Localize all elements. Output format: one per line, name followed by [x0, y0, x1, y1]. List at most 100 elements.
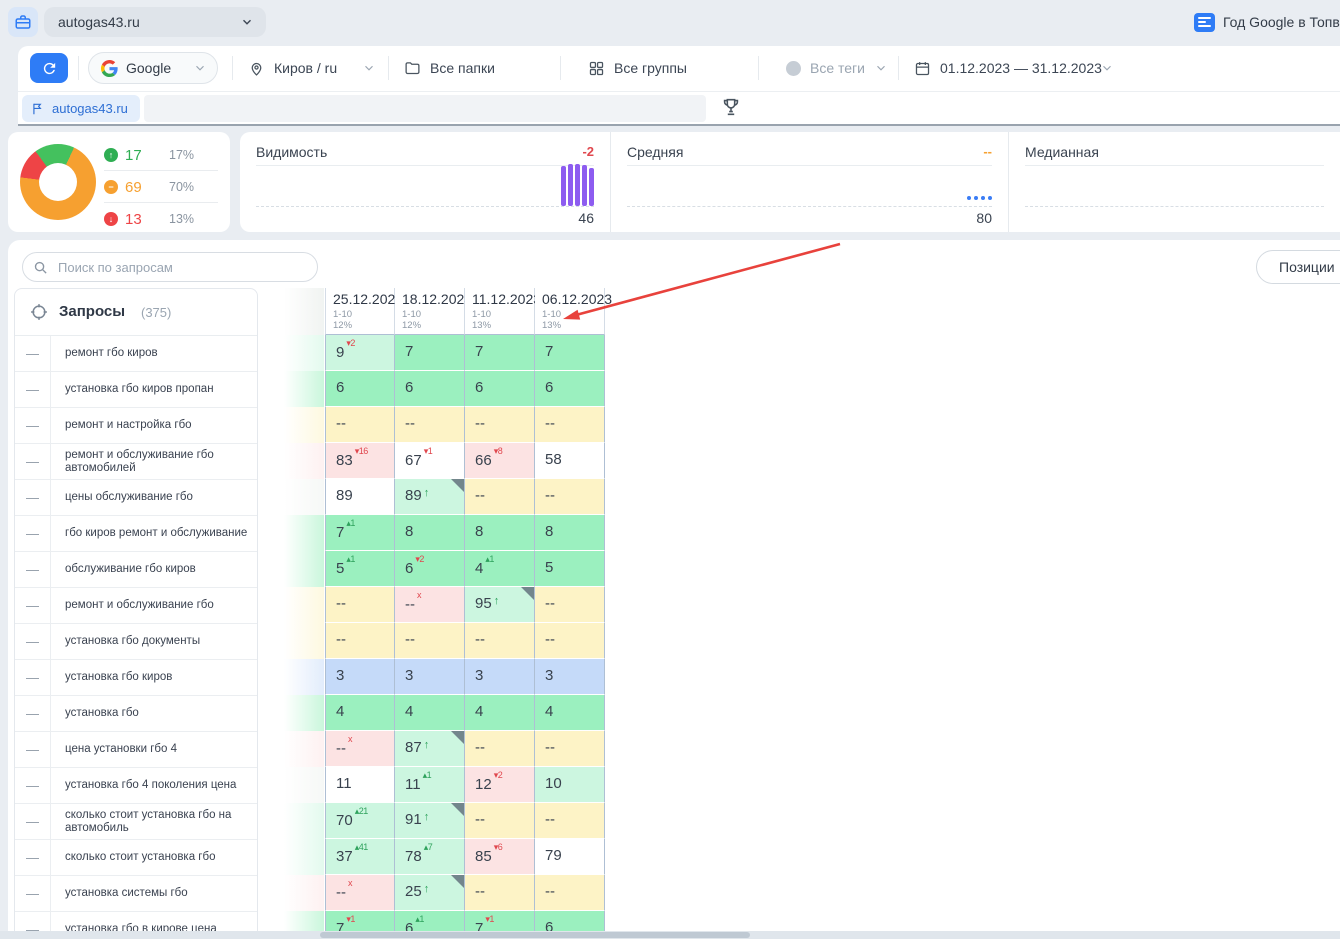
position-cell[interactable]: -- — [535, 587, 605, 623]
position-cell[interactable]: 7 — [395, 335, 465, 371]
position-cell[interactable]: --x — [395, 587, 465, 623]
positions-tab-button[interactable]: Позиции — [1256, 250, 1340, 284]
project-tab[interactable]: autogas43.ru — [22, 95, 140, 122]
position-cell[interactable]: -- — [325, 587, 395, 623]
position-cell[interactable]: 58 — [535, 443, 605, 479]
position-cell[interactable]: 6 — [465, 371, 535, 407]
position-cell[interactable]: 4▴1 — [465, 551, 535, 587]
chevron-down-icon[interactable] — [1100, 61, 1114, 75]
query-row[interactable]: — ремонт и обслуживание гбо — [15, 588, 257, 624]
position-cell[interactable]: -- — [535, 731, 605, 767]
query-row[interactable]: — обслуживание гбо киров — [15, 552, 257, 588]
position-cell[interactable]: 7▴1 — [325, 515, 395, 551]
position-cell[interactable]: 4 — [535, 695, 605, 731]
position-cell[interactable]: 67▾1 — [395, 443, 465, 479]
trophy-icon[interactable] — [720, 96, 744, 120]
position-cell[interactable]: 6 — [535, 371, 605, 407]
position-cell[interactable]: -- — [325, 623, 395, 659]
position-cell[interactable]: 89 ↑ — [395, 479, 465, 515]
position-cell[interactable]: 4 — [325, 695, 395, 731]
position-cell[interactable]: 3 — [325, 659, 395, 695]
position-cell[interactable]: 66▾8 — [465, 443, 535, 479]
target-crosshair-icon[interactable] — [29, 302, 49, 322]
position-cell[interactable]: 91 ↑ — [395, 803, 465, 839]
horizontal-scrollbar[interactable] — [0, 931, 1340, 939]
position-cell[interactable]: 9▾2 — [325, 335, 395, 371]
chevron-down-icon[interactable] — [874, 61, 888, 75]
position-cell[interactable]: -- — [325, 407, 395, 443]
position-cell[interactable]: 11 — [325, 767, 395, 803]
position-cell[interactable]: -- — [465, 731, 535, 767]
position-cell[interactable]: --x — [325, 731, 395, 767]
query-row[interactable]: — установка гбо 4 поколения цена — [15, 768, 257, 804]
position-cell[interactable]: 4 — [465, 695, 535, 731]
tags-selector[interactable]: Все теги — [786, 46, 865, 90]
position-cell[interactable]: 79 — [535, 839, 605, 875]
position-cell[interactable]: 70▴21 — [325, 803, 395, 839]
position-cell[interactable]: 10 — [535, 767, 605, 803]
position-cell[interactable]: 83▾16 — [325, 443, 395, 479]
position-cell[interactable]: 4 — [395, 695, 465, 731]
position-cell[interactable]: 5▴1 — [325, 551, 395, 587]
position-cell[interactable]: 3 — [465, 659, 535, 695]
query-row[interactable]: — ремонт и настройка гбо — [15, 408, 257, 444]
query-row[interactable]: — установка гбо киров пропан — [15, 372, 257, 408]
position-cell[interactable]: 37▴41 — [325, 839, 395, 875]
position-cell[interactable]: 7 — [535, 335, 605, 371]
positions-distribution-card[interactable]: ↑ 17 17% − 69 70% ↓ 13 13% — [8, 132, 230, 232]
query-row[interactable]: — цены обслуживание гбо — [15, 480, 257, 516]
projects-button[interactable] — [8, 7, 38, 37]
position-cell[interactable]: 78▴7 — [395, 839, 465, 875]
position-cell[interactable]: -- — [395, 623, 465, 659]
project-selector[interactable]: autogas43.ru — [44, 7, 266, 37]
query-row[interactable]: — сколько стоит установка гбо — [15, 840, 257, 876]
position-cell[interactable]: 12▾2 — [465, 767, 535, 803]
query-row[interactable]: — гбо киров ремонт и обслуживание — [15, 516, 257, 552]
position-cell[interactable]: 3 — [395, 659, 465, 695]
query-row[interactable]: — установка гбо документы — [15, 624, 257, 660]
position-cell[interactable]: -- — [535, 875, 605, 911]
position-cell[interactable]: 89 — [325, 479, 395, 515]
position-cell[interactable]: -- — [535, 623, 605, 659]
position-cell[interactable]: -- — [465, 623, 535, 659]
column-header-date[interactable]: 11.12.2023 1-10 13% — [465, 288, 541, 335]
position-cell[interactable]: 95 ↑ — [465, 587, 535, 623]
position-cell[interactable]: --x — [325, 875, 395, 911]
position-cell[interactable]: 6 — [325, 371, 395, 407]
url-input-zone[interactable] — [144, 95, 706, 122]
query-row[interactable]: — установка гбо киров — [15, 660, 257, 696]
query-row[interactable]: — сколько стоит установка гбо на автомоби… — [15, 804, 257, 840]
column-header-date[interactable]: 06.12.2023 1-10 13% — [535, 288, 612, 335]
query-row[interactable]: — цена установки гбо 4 — [15, 732, 257, 768]
column-header-date[interactable]: 25.12.2023 1-10 12% — [325, 288, 403, 335]
position-cell[interactable]: -- — [465, 407, 535, 443]
position-cell[interactable]: 87 ↑ — [395, 731, 465, 767]
query-search[interactable] — [22, 252, 318, 282]
query-row[interactable]: — установка системы гбо — [15, 876, 257, 912]
position-cell[interactable]: 8 — [395, 515, 465, 551]
position-cell[interactable]: 3 — [535, 659, 605, 695]
news-link[interactable]: Год Google в Топвиз — [1194, 10, 1340, 34]
query-search-input[interactable] — [56, 258, 307, 276]
position-cell[interactable]: 25 ↑ — [395, 875, 465, 911]
refresh-button[interactable] — [30, 53, 68, 83]
query-row[interactable]: — ремонт гбо киров — [15, 336, 257, 372]
position-cell[interactable]: 8 — [465, 515, 535, 551]
position-cell[interactable]: -- — [465, 803, 535, 839]
folders-selector[interactable]: Все папки — [404, 46, 495, 90]
position-cell[interactable]: -- — [535, 803, 605, 839]
query-row[interactable]: — ремонт и обслуживание гбо автомобилей — [15, 444, 257, 480]
position-cell[interactable]: 7 — [465, 335, 535, 371]
average-position-card[interactable]: Средняя -- 80 — [610, 132, 1008, 232]
position-cell[interactable]: 6▾2 — [395, 551, 465, 587]
median-position-card[interactable]: Медианная — [1008, 132, 1340, 232]
date-range-selector[interactable]: 01.12.2023 — 31.12.2023 — [914, 46, 1102, 90]
position-cell[interactable]: 85▾6 — [465, 839, 535, 875]
position-cell[interactable]: 8 — [535, 515, 605, 551]
column-header-date[interactable]: 18.12.2023 1-10 12% — [395, 288, 472, 335]
visibility-card[interactable]: Видимость -2 46 — [240, 132, 610, 232]
position-cell[interactable]: -- — [535, 479, 605, 515]
position-cell[interactable]: -- — [465, 875, 535, 911]
position-cell[interactable]: 5 — [535, 551, 605, 587]
chevron-down-icon[interactable] — [362, 61, 376, 75]
